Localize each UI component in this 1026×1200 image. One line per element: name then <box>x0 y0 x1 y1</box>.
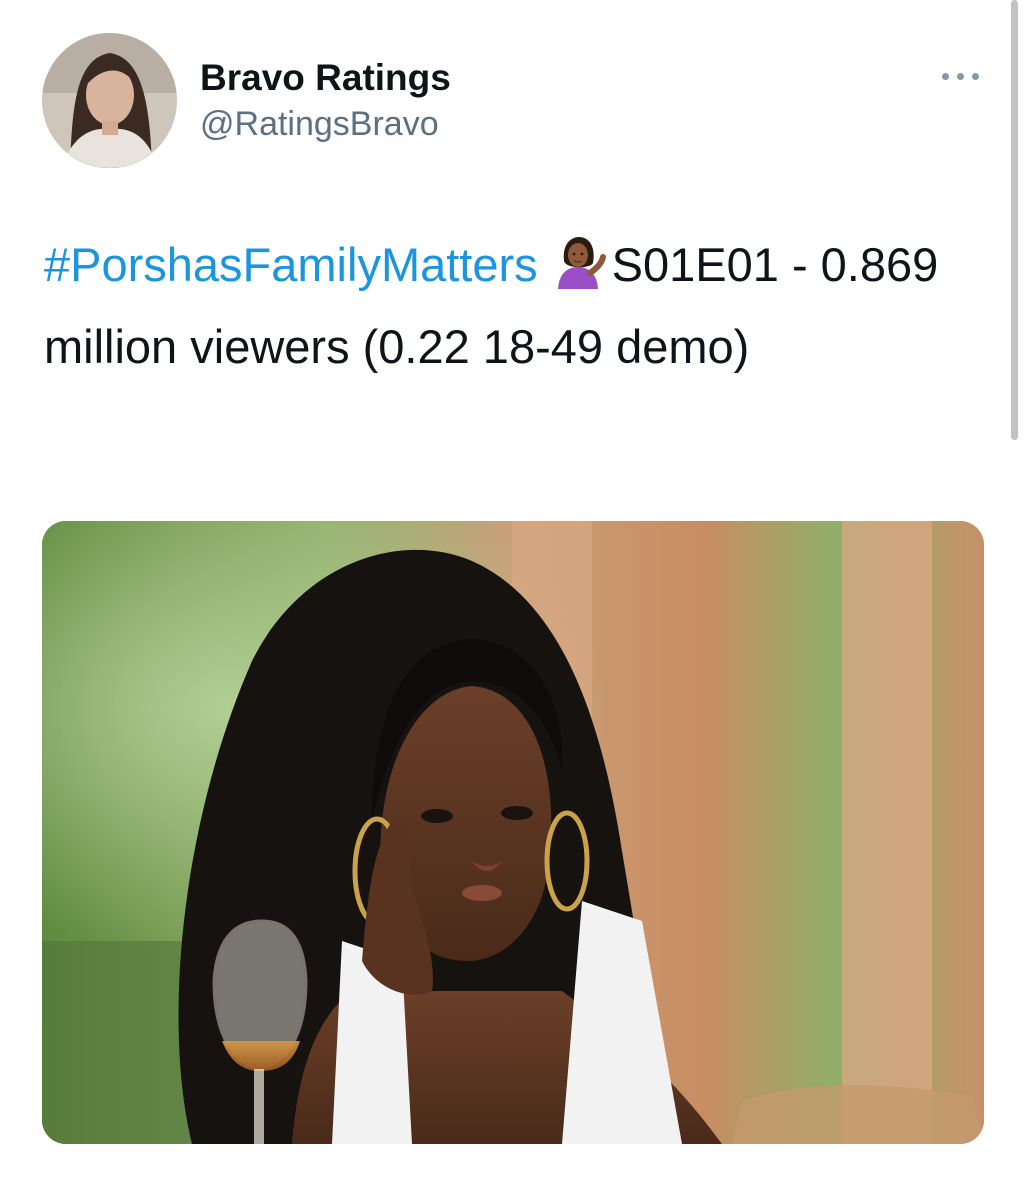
display-name[interactable]: Bravo Ratings <box>200 56 451 100</box>
author-info: Bravo Ratings @RatingsBravo <box>200 56 451 146</box>
user-handle[interactable]: @RatingsBravo <box>200 102 451 146</box>
scrollbar[interactable] <box>1011 0 1018 440</box>
avatar-photo <box>42 33 177 168</box>
more-options-icon[interactable] <box>940 68 982 84</box>
photo-woman-with-wine-glass <box>42 521 984 1144</box>
woman-tipping-hand-emoji <box>550 232 606 289</box>
tweet-media-image[interactable] <box>42 521 984 1144</box>
tweet-text: #PorshasFamilyMatters S01E01 - 0.869 mil… <box>44 224 974 388</box>
hashtag-link[interactable]: #PorshasFamilyMatters <box>44 238 538 291</box>
tweet: Bravo Ratings @RatingsBravo #PorshasFami… <box>0 0 1026 1200</box>
avatar[interactable] <box>42 33 177 168</box>
